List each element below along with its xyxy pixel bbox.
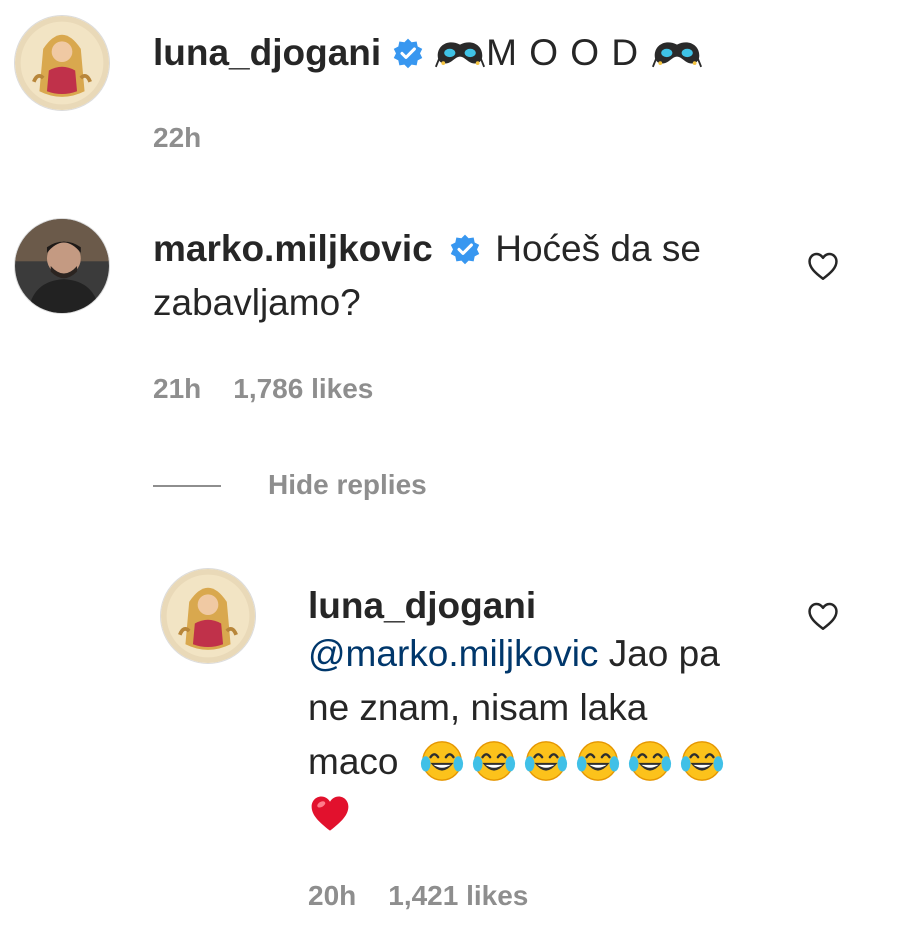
caption-time[interactable]: 22h bbox=[153, 122, 201, 153]
avatar-image bbox=[15, 219, 109, 313]
comment-time[interactable]: 21h bbox=[153, 373, 201, 404]
face-with-tears-of-joy-icon bbox=[419, 738, 465, 784]
mask-emoji-icon bbox=[434, 35, 486, 69]
reply-meta: 20h 1,421 likes bbox=[308, 880, 560, 912]
mask-emoji-icon bbox=[651, 35, 703, 69]
face-with-tears-of-joy-icon bbox=[575, 738, 621, 784]
comment-body: marko.miljkovic Hoćeš da se zabavljamo? bbox=[153, 222, 773, 330]
face-with-tears-of-joy-icon bbox=[679, 738, 725, 784]
avatar-image bbox=[15, 16, 109, 110]
reply-text-2: ne znam, nisam laka bbox=[308, 687, 648, 728]
reply-mention-link[interactable]: @marko.miljkovic bbox=[308, 633, 598, 674]
avatar[interactable] bbox=[14, 15, 110, 111]
hide-replies-button[interactable]: Hide replies bbox=[268, 469, 427, 501]
reply-text-1: Jao pa bbox=[598, 633, 720, 674]
verified-badge-icon bbox=[449, 233, 481, 265]
reply-time[interactable]: 20h bbox=[308, 880, 356, 911]
hide-replies-divider bbox=[153, 485, 221, 487]
reply-text-3: maco bbox=[308, 741, 399, 782]
reply-username[interactable]: luna_djogani bbox=[308, 585, 536, 627]
comment-text-2: zabavljamo? bbox=[153, 282, 361, 323]
face-with-tears-of-joy-icon bbox=[523, 738, 569, 784]
avatar[interactable] bbox=[14, 218, 110, 314]
comment-text-1: Hoćeš da se bbox=[495, 228, 701, 269]
caption-username[interactable]: luna_djogani bbox=[153, 32, 381, 73]
caption-text: M O O D bbox=[486, 32, 640, 73]
red-heart-icon bbox=[308, 793, 352, 835]
face-with-tears-of-joy-icon bbox=[471, 738, 517, 784]
like-reply-icon[interactable] bbox=[806, 599, 840, 633]
reply-line-1: @marko.miljkovic Jao pa bbox=[308, 627, 788, 681]
avatar-image bbox=[161, 569, 255, 663]
reply-line-4 bbox=[308, 789, 788, 847]
comment-likes[interactable]: 1,786 likes bbox=[233, 373, 373, 404]
caption-meta: 22h bbox=[153, 122, 233, 154]
reply-body: @marko.miljkovic Jao pa ne znam, nisam l… bbox=[308, 627, 788, 847]
verified-badge-icon bbox=[392, 37, 424, 69]
comment-meta: 21h 1,786 likes bbox=[153, 373, 405, 405]
avatar[interactable] bbox=[160, 568, 256, 664]
reply-line-3: maco bbox=[308, 735, 788, 789]
reply-likes[interactable]: 1,421 likes bbox=[388, 880, 528, 911]
caption-line: luna_djogani M O O D bbox=[153, 26, 703, 80]
comment-line-1: marko.miljkovic Hoćeš da se bbox=[153, 222, 773, 276]
face-with-tears-of-joy-icon bbox=[627, 738, 673, 784]
comment-username[interactable]: marko.miljkovic bbox=[153, 228, 433, 269]
like-comment-icon[interactable] bbox=[806, 249, 840, 283]
